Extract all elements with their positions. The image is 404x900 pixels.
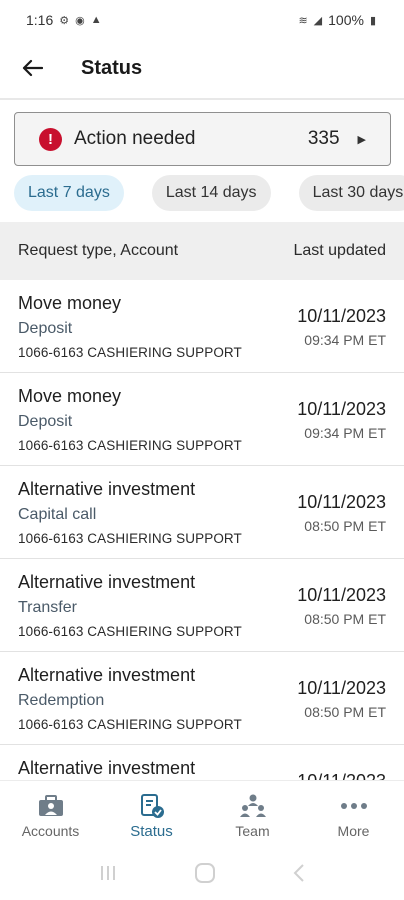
battery-level: 100% bbox=[328, 12, 364, 28]
request-subtype: Deposit bbox=[18, 413, 73, 430]
request-subtype: Redemption bbox=[18, 692, 105, 709]
nav-label-more: More bbox=[337, 823, 370, 839]
request-type: Alternative investment bbox=[18, 479, 196, 499]
bottom-navigation: Accounts Status Team More bbox=[0, 780, 404, 846]
nav-more[interactable]: More bbox=[303, 781, 404, 846]
briefcase-icon bbox=[37, 793, 65, 819]
filter-chip-30-days[interactable]: Last 30 days bbox=[298, 175, 404, 211]
account-name: 1066-6163 CASHIERING SUPPORT bbox=[18, 345, 242, 360]
header-divider bbox=[0, 98, 404, 100]
back-button[interactable] bbox=[0, 40, 64, 96]
column-header-request: Request type, Account bbox=[18, 242, 179, 259]
settings-icon: ⚙ bbox=[59, 14, 70, 27]
request-subtype: Capital call bbox=[18, 506, 97, 523]
nav-accounts[interactable]: Accounts bbox=[0, 781, 101, 846]
status-list: Move money Deposit 1066-6163 CASHIERING … bbox=[0, 280, 404, 780]
alert-icon: ! bbox=[39, 127, 62, 151]
back-arrow-icon bbox=[22, 59, 43, 77]
more-dots-icon bbox=[339, 793, 369, 819]
nav-label-accounts: Accounts bbox=[21, 823, 80, 839]
updated-date: 10/11/2023 bbox=[297, 306, 386, 326]
account-name: 1066-6163 CASHIERING SUPPORT bbox=[18, 717, 242, 732]
action-needed-card[interactable]: ! Action needed 335 ▶ bbox=[14, 112, 391, 166]
request-type: Move money bbox=[18, 386, 122, 406]
account-name: 1066-6163 CASHIERING SUPPORT bbox=[18, 531, 242, 546]
home-icon[interactable] bbox=[194, 862, 216, 884]
list-item[interactable]: Alternative investment 10/11/2023 bbox=[0, 745, 404, 780]
warning-icon: ▲ bbox=[90, 14, 102, 26]
status-document-icon bbox=[139, 793, 165, 819]
action-needed-label: Action needed bbox=[74, 128, 196, 149]
request-type: Alternative investment bbox=[18, 572, 196, 592]
action-needed-count: 335 bbox=[307, 128, 340, 149]
vpn-icon: ◉ bbox=[75, 14, 85, 27]
request-type: Alternative investment bbox=[18, 758, 196, 778]
table-header: Request type, Account Last updated bbox=[0, 222, 404, 280]
battery-icon: ▮ bbox=[369, 14, 376, 27]
nav-label-status: Status bbox=[130, 823, 173, 840]
nav-team[interactable]: Team bbox=[202, 781, 303, 846]
nav-label-team: Team bbox=[235, 823, 270, 839]
signal-icon: ◢ bbox=[313, 14, 323, 27]
system-navigation-bar bbox=[0, 846, 404, 900]
column-header-updated: Last updated bbox=[293, 242, 386, 259]
nav-status[interactable]: Status bbox=[101, 781, 202, 846]
account-name: 1066-6163 CASHIERING SUPPORT bbox=[18, 624, 242, 639]
app-header: Status bbox=[0, 40, 404, 96]
request-type: Move money bbox=[18, 293, 122, 313]
filter-chip-14-days[interactable]: Last 14 days bbox=[151, 175, 271, 211]
list-item[interactable]: Move money Deposit 1066-6163 CASHIERING … bbox=[0, 373, 404, 466]
updated-time: 08:50 PM ET bbox=[304, 704, 386, 720]
request-subtype: Deposit bbox=[18, 320, 73, 337]
list-item[interactable]: Alternative investment Redemption 1066-6… bbox=[0, 652, 404, 745]
chevron-right-icon: ▶ bbox=[357, 133, 366, 146]
updated-date: 10/11/2023 bbox=[297, 678, 386, 698]
team-icon bbox=[238, 793, 268, 819]
updated-time: 08:50 PM ET bbox=[304, 518, 386, 534]
date-filter-chips: Last 7 days Last 14 days Last 30 days bbox=[14, 175, 404, 211]
system-back-icon[interactable] bbox=[292, 863, 306, 883]
updated-time: 08:50 PM ET bbox=[304, 611, 386, 627]
updated-date: 10/11/2023 bbox=[297, 585, 386, 605]
request-type: Alternative investment bbox=[18, 665, 196, 685]
updated-time: 09:34 PM ET bbox=[304, 332, 386, 348]
updated-time: 09:34 PM ET bbox=[304, 425, 386, 441]
wifi-icon: ≋ bbox=[298, 14, 308, 27]
updated-date: 10/11/2023 bbox=[297, 771, 386, 780]
system-status-bar: 1:16 ⚙ ◉ ▲ ≋ ◢ 100% ▮ bbox=[0, 0, 404, 40]
account-name: 1066-6163 CASHIERING SUPPORT bbox=[18, 438, 242, 453]
list-item[interactable]: Move money Deposit 1066-6163 CASHIERING … bbox=[0, 280, 404, 373]
filter-chip-7-days[interactable]: Last 7 days bbox=[14, 175, 124, 211]
updated-date: 10/11/2023 bbox=[297, 399, 386, 419]
updated-date: 10/11/2023 bbox=[297, 492, 386, 512]
list-item[interactable]: Alternative investment Capital call 1066… bbox=[0, 466, 404, 559]
list-item[interactable]: Alternative investment Transfer 1066-616… bbox=[0, 559, 404, 652]
page-title: Status bbox=[81, 56, 143, 79]
recents-icon[interactable] bbox=[98, 864, 118, 882]
clock: 1:16 bbox=[26, 12, 54, 28]
request-subtype: Transfer bbox=[18, 599, 77, 616]
